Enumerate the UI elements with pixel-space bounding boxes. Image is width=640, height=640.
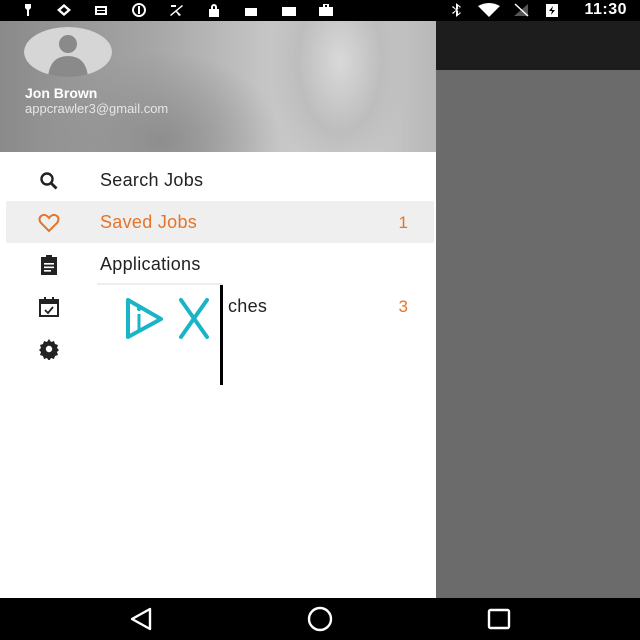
close-icon[interactable] xyxy=(179,298,209,339)
menu-item-search-jobs[interactable]: Search Jobs xyxy=(6,159,434,201)
bluetooth-icon xyxy=(449,3,465,17)
user-name: Jon Brown xyxy=(25,85,98,101)
saved-searches-count-badge: 3 xyxy=(398,297,408,316)
app-bar xyxy=(436,21,640,70)
sim-icon xyxy=(94,3,110,17)
no-signal-icon xyxy=(513,3,529,17)
blocked-icon xyxy=(131,3,147,17)
menu-item-saved-jobs[interactable]: Saved Jobs 1 xyxy=(6,201,434,243)
heart-icon xyxy=(36,212,62,234)
back-icon[interactable] xyxy=(126,606,156,632)
menu-item-label: Applications xyxy=(100,254,201,274)
briefcase-icon xyxy=(318,3,334,17)
calendar-check-icon xyxy=(36,296,62,318)
play-logo-icon xyxy=(126,298,163,339)
status-bar: 11:30 xyxy=(0,0,640,21)
menu-item-label: Search Jobs xyxy=(100,170,204,190)
wifi-icon xyxy=(478,3,500,17)
saved-jobs-count-badge: 1 xyxy=(398,213,408,232)
user-email: appcrawler3@gmail.com xyxy=(25,101,169,116)
alarm-icon xyxy=(20,3,36,17)
settings-icon xyxy=(36,338,62,360)
menu-item-label: ches xyxy=(228,296,268,316)
clipboard-icon xyxy=(36,254,62,276)
recents-icon[interactable] xyxy=(484,606,514,632)
download-done-icon xyxy=(281,3,297,17)
person-icon xyxy=(24,27,112,77)
menu-item-applications[interactable]: Applications xyxy=(6,243,434,285)
avatar[interactable] xyxy=(24,27,112,77)
search-icon xyxy=(36,170,62,192)
android-debug-icon xyxy=(243,3,259,17)
floating-overlay[interactable] xyxy=(97,283,223,385)
fake-gps-icon xyxy=(168,3,184,17)
battery-charging-icon xyxy=(544,3,560,17)
navigation-bar xyxy=(0,598,640,640)
clock: 11:30 xyxy=(584,1,627,18)
drawer-header: Jon Brown appcrawler3@gmail.com xyxy=(0,21,436,152)
scrim[interactable] xyxy=(436,70,640,598)
menu-item-label: Saved Jobs xyxy=(100,212,198,232)
vpn-icon xyxy=(56,3,72,17)
lock-icon xyxy=(206,3,222,17)
home-icon[interactable] xyxy=(305,606,335,632)
